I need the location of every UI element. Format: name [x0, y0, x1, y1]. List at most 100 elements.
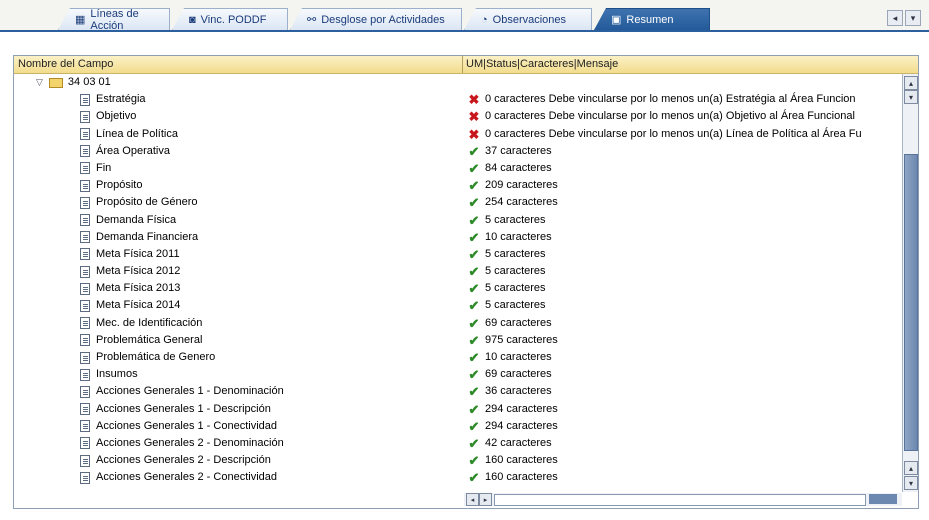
status-message: 84 caracteres	[485, 161, 552, 174]
field-name: Problemática General	[96, 333, 203, 346]
status-ok-icon: ✔	[468, 178, 480, 194]
table-row[interactable]: Meta Física 2012 ✔ 5 caracteres	[14, 263, 902, 280]
observations-icon: ◔	[481, 13, 488, 26]
document-icon	[80, 454, 90, 467]
field-name: Meta Física 2011	[96, 247, 180, 260]
tab-resumen[interactable]: ▣ Resumen	[594, 8, 710, 30]
field-name: Acciones Generales 2 - Descripción	[96, 454, 271, 467]
tab-vinc-poddf[interactable]: ◙ Vinc. PODDF	[172, 8, 288, 30]
status-message: 37 caracteres	[485, 144, 552, 157]
column-header-field-name[interactable]: Nombre del Campo	[18, 58, 113, 70]
table-row[interactable]: Demanda Física ✔ 5 caracteres	[14, 212, 902, 229]
table-row[interactable]: Acciones Generales 2 - Denominación ✔ 42 c…	[14, 435, 902, 452]
document-icon	[80, 162, 90, 175]
field-name: Estratégia	[96, 93, 146, 106]
table-row[interactable]: Propósito de Género ✔ 254 caracteres	[14, 194, 902, 211]
document-icon	[80, 368, 90, 381]
table-row[interactable]: Línea de Política ✖ 0 caracteres Debe vinc…	[14, 126, 902, 143]
status-message: 975 caracteres	[485, 333, 558, 346]
table-row[interactable]: Meta Física 2011 ✔ 5 caracteres	[14, 246, 902, 263]
field-name: Mec. de Identificación	[96, 316, 203, 329]
table-row[interactable]: Estratégia ✖ 0 caracteres Debe vincularse …	[14, 91, 902, 108]
status-ok-icon: ✔	[468, 229, 480, 245]
folder-open-icon	[48, 77, 63, 88]
tab-desglose-por-actividades[interactable]: ⚯ Desglose por Actividades	[290, 8, 462, 30]
table-row[interactable]: Área Operativa ✔ 37 caracteres	[14, 143, 902, 160]
status-message: 254 caracteres	[485, 196, 558, 209]
document-icon	[80, 282, 90, 295]
table-row[interactable]: Insumos ✔ 69 caracteres	[14, 366, 902, 383]
tab-lineas-de-accion[interactable]: ▦ Líneas de Acción	[58, 8, 170, 30]
table-header: Nombre del Campo UM|Status|Caracteres|Me…	[14, 56, 918, 74]
column-header-status[interactable]: UM|Status|Caracteres|Mensaje	[466, 58, 618, 70]
scroll-page-down-icon[interactable]: ▾	[904, 90, 918, 104]
link-icon: ◙	[189, 13, 196, 26]
status-message: 5 caracteres	[485, 265, 546, 278]
status-ok-icon: ✔	[468, 453, 480, 469]
scroll-down-icon[interactable]: ▾	[904, 476, 918, 490]
status-message: 10 caracteres	[485, 230, 552, 243]
field-name: Propósito de Género	[96, 196, 198, 209]
table-row[interactable]: Problemática de Genero ✔ 10 caracteres	[14, 349, 902, 366]
tab-list-icon[interactable]: ▾	[905, 10, 921, 26]
status-message: 5 caracteres	[485, 282, 546, 295]
table-row[interactable]: Propósito ✔ 209 caracteres	[14, 177, 902, 194]
table-row[interactable]: Problemática General ✔ 975 caracteres	[14, 332, 902, 349]
status-message: 294 caracteres	[485, 419, 558, 432]
tab-observaciones[interactable]: ◔ Observaciones	[464, 8, 592, 30]
scroll-page-up-icon[interactable]: ▴	[904, 461, 918, 475]
table-row[interactable]: Mec. de Identificación ✔ 69 caracteres	[14, 315, 902, 332]
status-ok-icon: ✔	[468, 264, 480, 280]
status-ok-icon: ✔	[468, 315, 480, 331]
document-icon	[80, 231, 90, 244]
status-message: 69 caracteres	[485, 316, 552, 329]
table-row[interactable]: Acciones Generales 1 - Descripción ✔ 294 c…	[14, 401, 902, 418]
column-separator[interactable]	[462, 56, 463, 73]
document-icon	[80, 471, 90, 484]
table-row[interactable]: Acciones Generales 2 - Descripción ✔ 160 c…	[14, 452, 902, 469]
horizontal-scroll-thumb[interactable]	[869, 494, 897, 504]
table-row[interactable]: Objetivo ✖ 0 caracteres Debe vincularse po…	[14, 108, 902, 125]
horizontal-scroll-track[interactable]	[494, 494, 866, 506]
field-name: Acciones Generales 1 - Conectividad	[96, 419, 277, 432]
document-icon	[80, 403, 90, 416]
status-message: 160 caracteres	[485, 471, 558, 484]
tree-root-row[interactable]: ▽ 34 03 01	[14, 74, 902, 91]
field-name: Acciones Generales 1 - Denominación	[96, 385, 284, 398]
status-message: 0 caracteres Debe vincularse por lo meno…	[485, 110, 855, 123]
field-name: Meta Física 2013	[96, 282, 181, 295]
document-icon	[80, 317, 90, 330]
status-message: 160 caracteres	[485, 454, 558, 467]
status-error-icon: ✖	[468, 92, 480, 108]
vertical-scrollbar[interactable]: ▴ ▾ ▴ ▾	[902, 74, 918, 492]
document-icon	[80, 214, 90, 226]
field-name: Insumos	[96, 368, 138, 381]
tab-scroll-left-icon[interactable]: ◂	[887, 10, 903, 26]
table-row[interactable]: Meta Física 2014 ✔ 5 caracteres	[14, 297, 902, 314]
status-ok-icon: ✔	[468, 160, 480, 176]
field-name: Línea de Política	[96, 127, 178, 140]
vertical-scroll-thumb[interactable]	[904, 154, 918, 451]
document-icon	[80, 196, 90, 209]
table-icon: ▦	[75, 14, 86, 26]
scroll-left-icon[interactable]: ◂	[466, 493, 479, 506]
table-row[interactable]: Meta Física 2013 ✔ 5 caracteres	[14, 280, 902, 297]
table-row[interactable]: Acciones Generales 1 - Denominación ✔ 36 c…	[14, 383, 902, 400]
tab-label: Resumen	[626, 13, 674, 26]
table-row[interactable]: Demanda Financiera ✔ 10 caracteres	[14, 229, 902, 246]
status-ok-icon: ✔	[468, 367, 480, 383]
table-row[interactable]: Acciones Generales 2 - Conectividad ✔ 160 …	[14, 469, 902, 486]
table-row[interactable]: Fin ✔ 84 caracteres	[14, 160, 902, 177]
status-message: 209 caracteres	[485, 179, 558, 192]
summary-icon: ▣	[611, 14, 622, 26]
table-row[interactable]: Acciones Generales 1 - Conectividad ✔ 294 …	[14, 418, 902, 435]
horizontal-scrollbar[interactable]: ◂ ▸	[464, 493, 902, 506]
document-icon	[80, 299, 90, 312]
scroll-right-icon[interactable]: ▸	[479, 493, 492, 506]
tab-underline	[0, 30, 929, 32]
expand-arrow-icon[interactable]: ▽	[36, 74, 43, 91]
scroll-up-icon[interactable]: ▴	[904, 76, 918, 90]
field-name: Acciones Generales 2 - Denominación	[96, 436, 284, 449]
document-icon	[80, 265, 90, 278]
document-icon	[80, 93, 90, 106]
